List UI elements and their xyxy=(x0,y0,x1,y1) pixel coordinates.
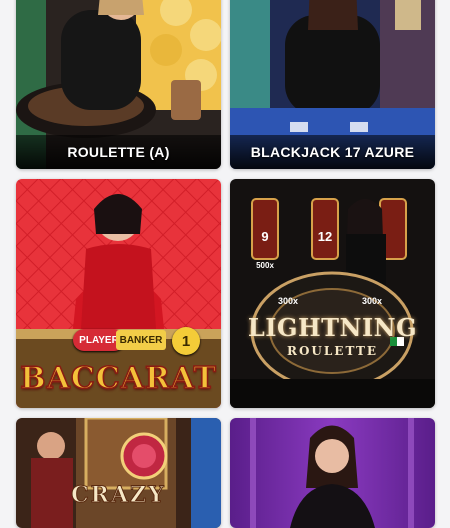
multiplier-number: 9 xyxy=(261,229,269,244)
multiplier-number: 12 xyxy=(317,229,333,244)
multiplier-value: 300x xyxy=(362,296,383,306)
caption-bar: BLACKJACK 17 AZURE xyxy=(230,135,435,169)
lightning-roulette-image xyxy=(230,179,435,408)
dealer-purple-image xyxy=(230,418,435,528)
banker-badge: BANKER xyxy=(116,330,166,350)
crazy-time-logo: CRAZY xyxy=(71,482,166,509)
game-tile-live-dealer[interactable] xyxy=(230,418,435,528)
baccarat-logo: BACCARAT xyxy=(19,360,217,397)
lightning-roulette-logo: LIGHTNING ROULETTE xyxy=(247,313,418,358)
multiplier-value: 500x xyxy=(256,261,274,270)
caption-bar: ROULETTE (A) xyxy=(16,135,221,169)
multiplier-value: 300x xyxy=(278,296,299,306)
crazy-time-image xyxy=(16,418,221,528)
game-tile-blackjack-17-azure[interactable]: BLACKJACK 17 AZURE xyxy=(230,0,435,169)
game-title: ROULETTE (A) xyxy=(67,144,170,160)
game-tile-baccarat[interactable]: PLAYER BANKER 1 BACCARAT xyxy=(16,179,221,408)
round-number-badge: 1 xyxy=(172,327,200,355)
game-tile-crazy-time[interactable]: CRAZY xyxy=(16,418,221,528)
game-tile-roulette-a[interactable]: ROULETTE (A) xyxy=(16,0,221,169)
game-title: BLACKJACK 17 AZURE xyxy=(250,144,415,160)
game-tile-lightning-roulette[interactable]: 9 12 500x 300x 300x LIGHTNING ROULETTE xyxy=(230,179,435,408)
